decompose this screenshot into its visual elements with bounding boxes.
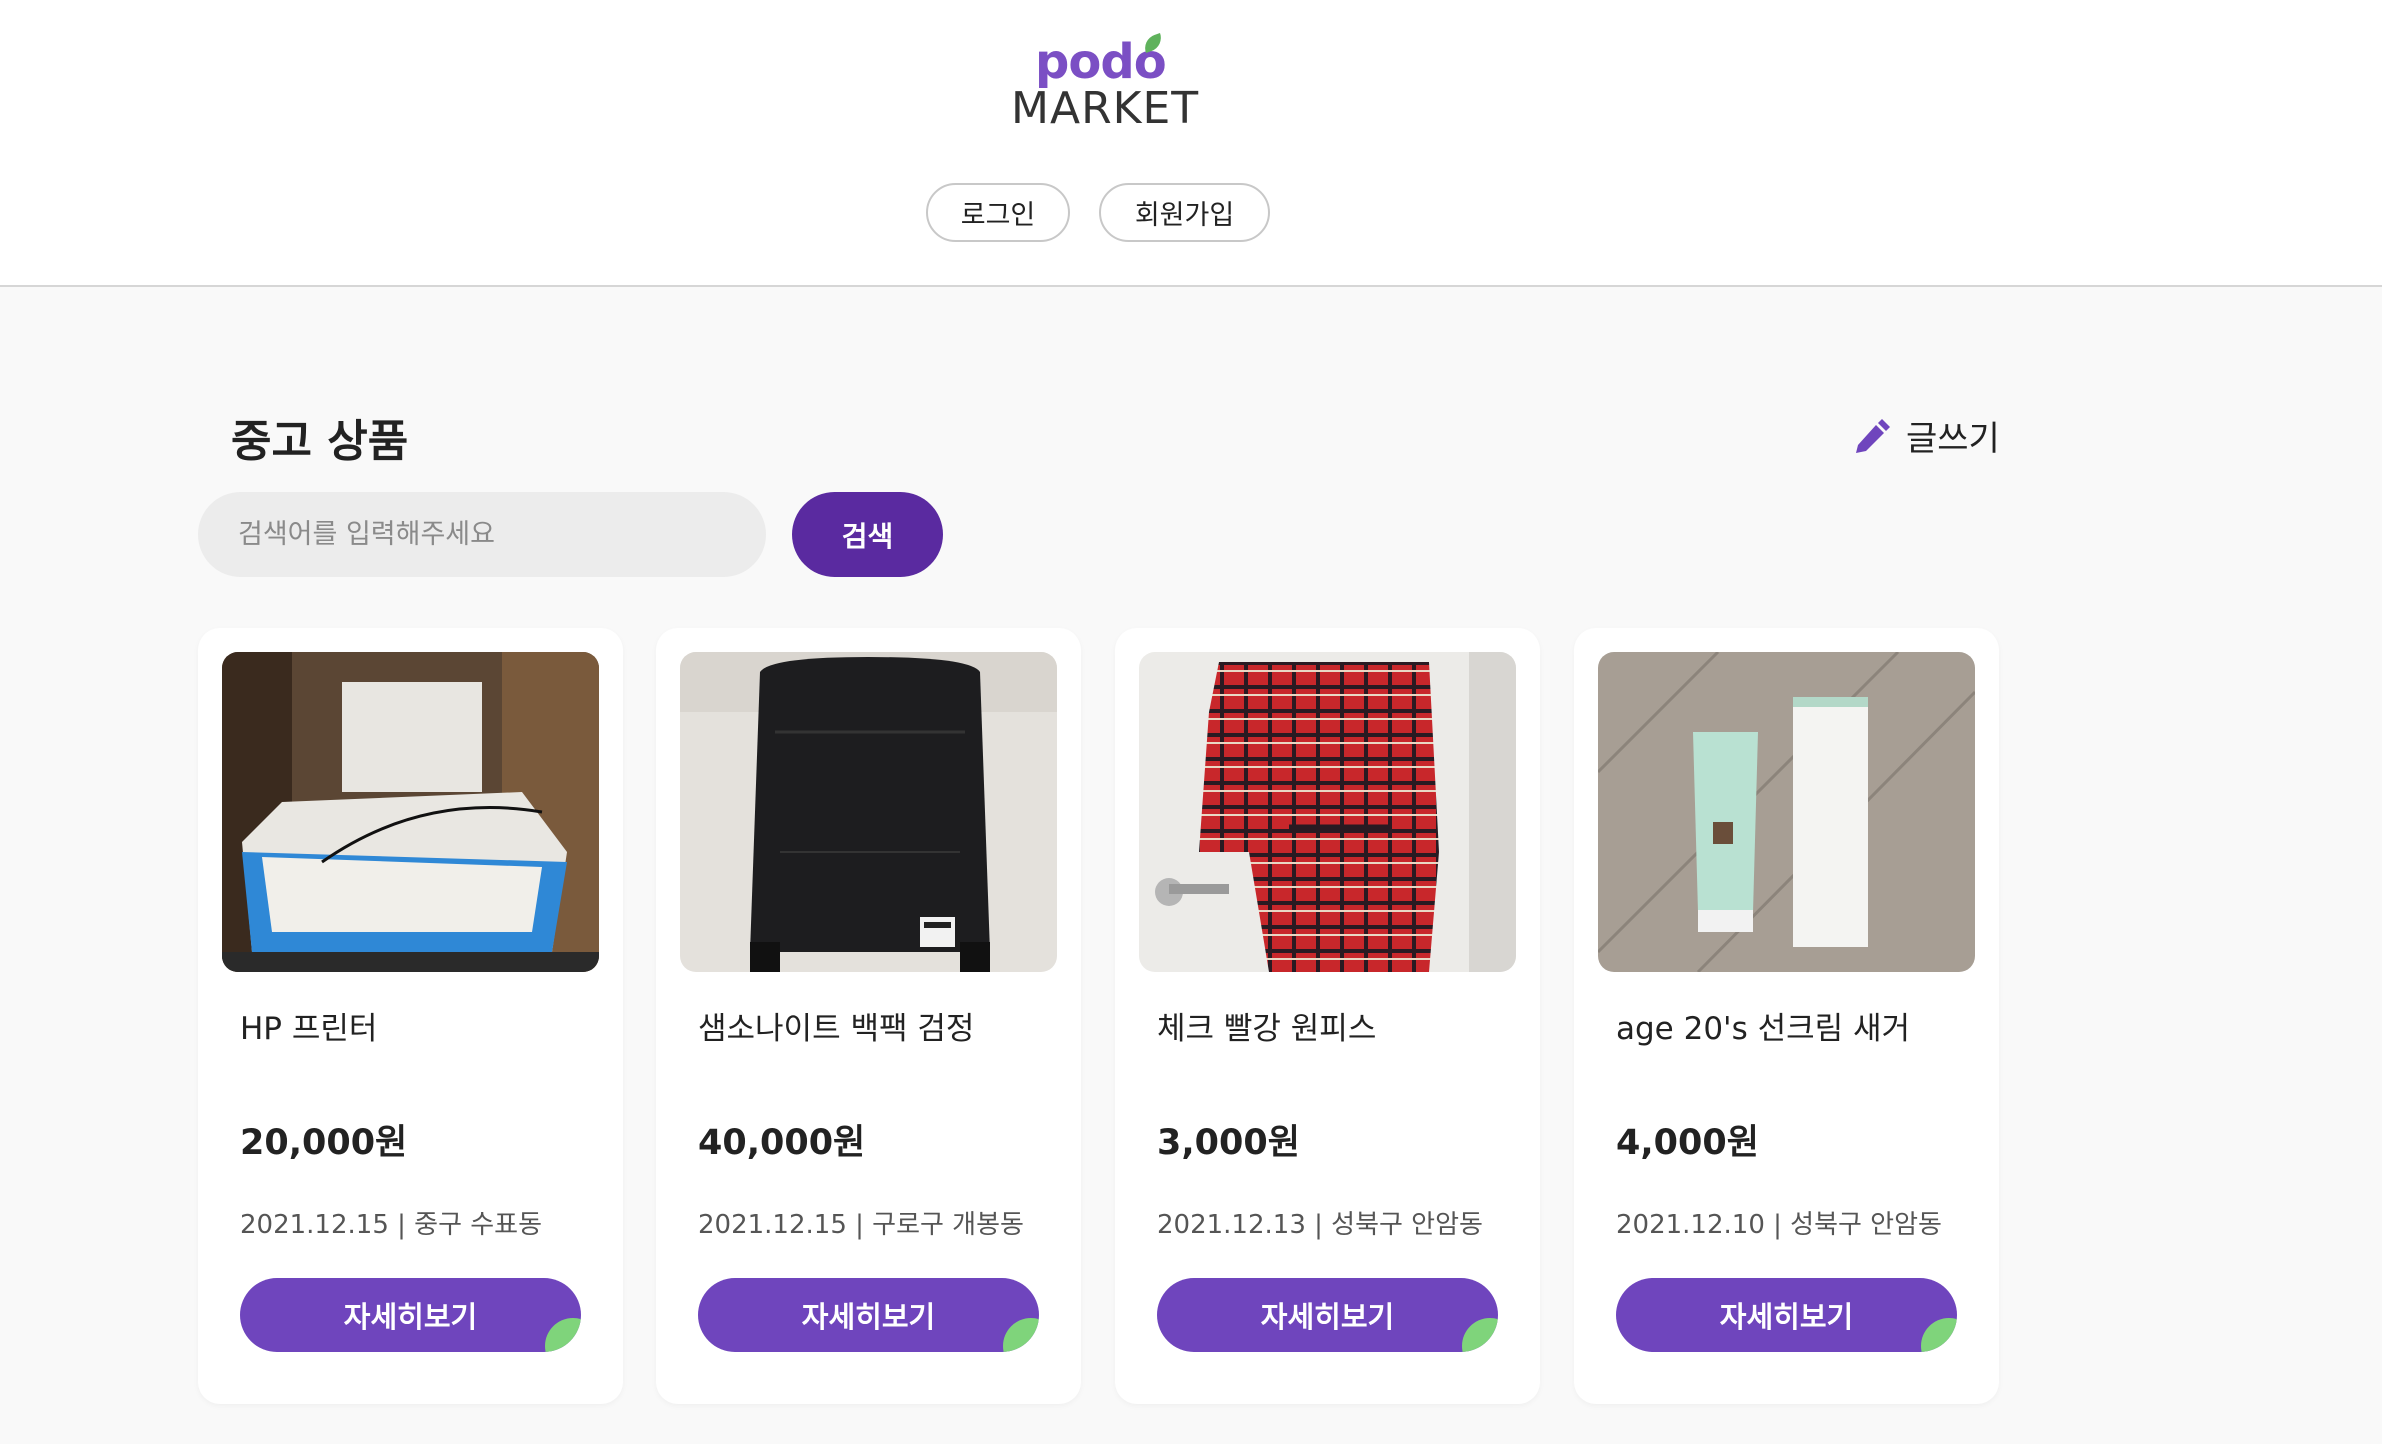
product-price: 40,000원: [698, 1123, 866, 1163]
product-price: 20,000원: [240, 1123, 408, 1163]
logo-market-text: MARKET: [1011, 83, 1200, 134]
product-meta: 2021.12.10 | 성북구 안암동: [1616, 1210, 1942, 1240]
login-button[interactable]: 로그인: [926, 183, 1070, 242]
page-title: 중고 상품: [231, 416, 409, 467]
product-card: age 20's 선크림 새거 4,000원 2021.12.10 | 성북구 …: [1574, 628, 1999, 1404]
view-details-button[interactable]: 자세히보기: [1157, 1278, 1498, 1352]
product-image-printer[interactable]: [222, 652, 599, 972]
view-details-button[interactable]: 자세히보기: [240, 1278, 581, 1352]
product-image-dress[interactable]: [1139, 652, 1516, 972]
view-details-button[interactable]: 자세히보기: [698, 1278, 1039, 1352]
product-price: 3,000원: [1157, 1123, 1300, 1163]
search-input[interactable]: [198, 492, 766, 577]
product-card: 체크 빨강 원피스 3,000원 2021.12.13 | 성북구 안암동 자세…: [1115, 628, 1540, 1404]
product-meta: 2021.12.13 | 성북구 안암동: [1157, 1210, 1483, 1240]
corner-accent: [1003, 1318, 1039, 1352]
product-title: 체크 빨강 원피스: [1157, 1011, 1377, 1047]
product-price: 4,000원: [1616, 1123, 1759, 1163]
product-image-backpack[interactable]: [680, 652, 1057, 972]
product-image-suncream[interactable]: [1598, 652, 1975, 972]
signup-button[interactable]: 회원가입: [1099, 183, 1270, 242]
search-button[interactable]: 검색: [792, 492, 943, 577]
product-meta: 2021.12.15 | 중구 수표동: [240, 1210, 543, 1240]
product-card: 샘소나이트 백팩 검정 40,000원 2021.12.15 | 구로구 개봉동…: [656, 628, 1081, 1404]
product-title: HP 프린터: [240, 1011, 378, 1047]
corner-accent: [1921, 1318, 1957, 1352]
site-header: podo MARKET 로그인 회원가입: [0, 0, 2382, 287]
pencil-icon: [1856, 419, 1890, 453]
write-post-button[interactable]: 글쓰기: [1852, 410, 2002, 460]
product-card: HP 프린터 20,000원 2021.12.15 | 중구 수표동 자세히보기: [198, 628, 623, 1404]
podo-market-logo[interactable]: podo MARKET: [1005, 28, 1198, 138]
product-title: 샘소나이트 백팩 검정: [698, 1011, 975, 1047]
product-title: age 20's 선크림 새거: [1616, 1011, 1911, 1047]
corner-accent: [545, 1318, 581, 1352]
corner-accent: [1462, 1318, 1498, 1352]
product-meta: 2021.12.15 | 구로구 개봉동: [698, 1210, 1024, 1240]
view-details-button[interactable]: 자세히보기: [1616, 1278, 1957, 1352]
write-post-label: 글쓰기: [1906, 418, 2000, 459]
